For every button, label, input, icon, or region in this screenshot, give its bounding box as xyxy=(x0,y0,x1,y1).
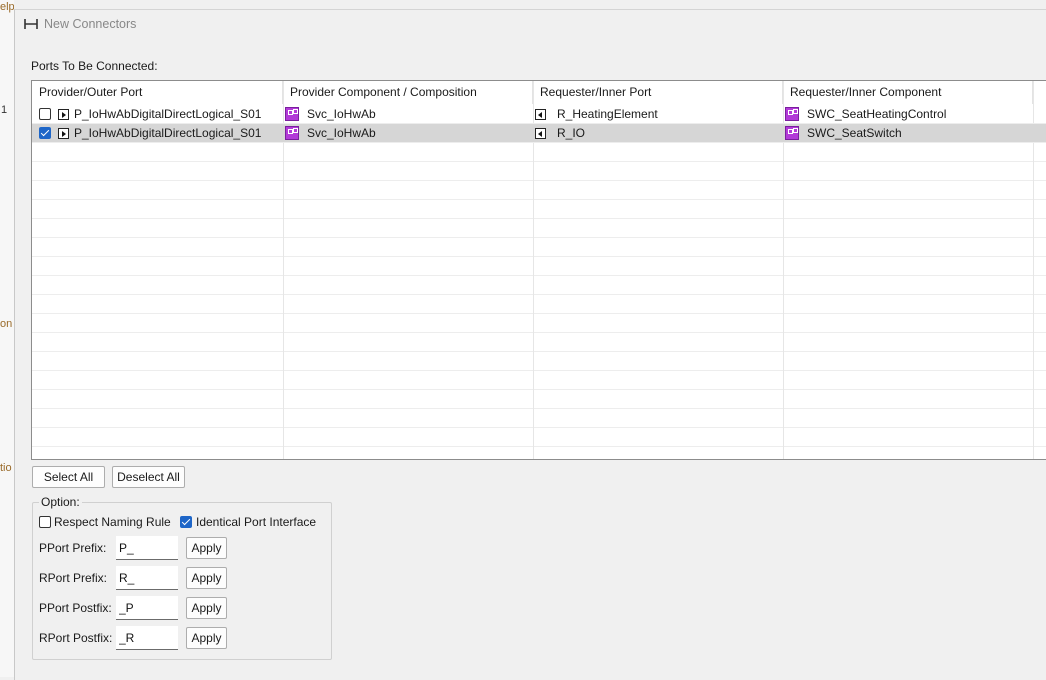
empty-table-row xyxy=(32,352,1046,371)
pport-postfix-apply-button[interactable]: Apply xyxy=(186,597,227,619)
requester-port-icon xyxy=(535,128,546,139)
background-text: elp xyxy=(0,1,14,13)
title-bar[interactable]: New Connectors xyxy=(15,10,1046,40)
column-header-provider-component[interactable]: Provider Component / Composition xyxy=(283,81,533,104)
ports-section-label: Ports To Be Connected: xyxy=(31,59,158,73)
pport-postfix-input[interactable] xyxy=(116,596,178,620)
empty-table-row xyxy=(32,200,1046,219)
background-text: 1 xyxy=(1,104,8,116)
requester-port-name: R_IO xyxy=(557,126,586,140)
identical-port-interface-checkbox[interactable] xyxy=(180,516,192,528)
connector-icon xyxy=(24,19,38,29)
column-header-requester-port[interactable]: Requester/Inner Port xyxy=(533,81,783,104)
dialog-title: New Connectors xyxy=(44,17,137,31)
component-icon xyxy=(285,126,299,140)
pport-postfix-label: PPort Postfix: xyxy=(39,601,112,615)
empty-table-row xyxy=(32,143,1046,162)
option-group-label: Option: xyxy=(39,495,82,509)
ports-table[interactable]: Provider/Outer Port Provider Component /… xyxy=(31,80,1046,460)
provider-component-name: Svc_IoHwAb xyxy=(307,126,376,140)
empty-table-row xyxy=(32,257,1046,276)
background-text: tio xyxy=(0,462,12,474)
rport-postfix-input[interactable] xyxy=(116,626,178,650)
rport-prefix-apply-button[interactable]: Apply xyxy=(186,567,227,589)
empty-table-row xyxy=(32,333,1046,352)
respect-naming-rule-checkbox[interactable] xyxy=(39,516,51,528)
column-header-provider-port[interactable]: Provider/Outer Port xyxy=(32,81,283,104)
empty-table-row xyxy=(32,276,1046,295)
requester-port-icon xyxy=(535,109,546,120)
provider-port-name: P_IoHwAbDigitalDirectLogical_S01 xyxy=(74,107,262,121)
table-row[interactable]: P_IoHwAbDigitalDirectLogical_S01 Svc_IoH… xyxy=(32,124,1046,143)
background-text: on xyxy=(0,318,13,330)
empty-table-row xyxy=(32,162,1046,181)
empty-table-row xyxy=(32,447,1046,459)
provider-port-name: P_IoHwAbDigitalDirectLogical_S01 xyxy=(74,126,262,140)
rport-postfix-label: RPort Postfix: xyxy=(39,631,113,645)
empty-table-row xyxy=(32,238,1046,257)
empty-table-row xyxy=(32,409,1046,428)
row-checkbox[interactable] xyxy=(39,127,51,139)
provider-component-name: Svc_IoHwAb xyxy=(307,107,376,121)
background-window-strip: elp on tio 1 xyxy=(0,0,14,677)
requester-component-name: SWC_SeatHeatingControl xyxy=(807,107,947,121)
provider-port-icon xyxy=(58,128,69,139)
deselect-all-button[interactable]: Deselect All xyxy=(112,466,185,488)
row-checkbox[interactable] xyxy=(39,108,51,120)
rport-prefix-label: RPort Prefix: xyxy=(39,571,108,585)
table-row[interactable]: P_IoHwAbDigitalDirectLogical_S01 Svc_IoH… xyxy=(32,105,1046,124)
component-icon xyxy=(285,107,299,121)
empty-table-row xyxy=(32,181,1046,200)
empty-table-row xyxy=(32,371,1046,390)
pport-prefix-apply-button[interactable]: Apply xyxy=(186,537,227,559)
rport-prefix-input[interactable] xyxy=(116,566,178,590)
empty-table-row xyxy=(32,295,1046,314)
pport-prefix-input[interactable] xyxy=(116,536,178,560)
requester-port-name: R_HeatingElement xyxy=(557,107,658,121)
select-all-button[interactable]: Select All xyxy=(32,466,105,488)
respect-naming-rule-label[interactable]: Respect Naming Rule xyxy=(54,515,171,529)
new-connectors-dialog: New Connectors Ports To Be Connected: Pr… xyxy=(14,9,1046,680)
empty-table-row xyxy=(32,428,1046,447)
column-header-requester-component[interactable]: Requester/Inner Component xyxy=(783,81,1033,104)
rport-postfix-apply-button[interactable]: Apply xyxy=(186,627,227,649)
table-header: Provider/Outer Port Provider Component /… xyxy=(32,81,1046,104)
empty-table-row xyxy=(32,390,1046,409)
identical-port-interface-label[interactable]: Identical Port Interface xyxy=(196,515,316,529)
provider-port-icon xyxy=(58,109,69,120)
requester-component-name: SWC_SeatSwitch xyxy=(807,126,902,140)
component-icon xyxy=(785,126,799,140)
empty-table-row xyxy=(32,219,1046,238)
empty-table-row xyxy=(32,314,1046,333)
component-icon xyxy=(785,107,799,121)
pport-prefix-label: PPort Prefix: xyxy=(39,541,107,555)
